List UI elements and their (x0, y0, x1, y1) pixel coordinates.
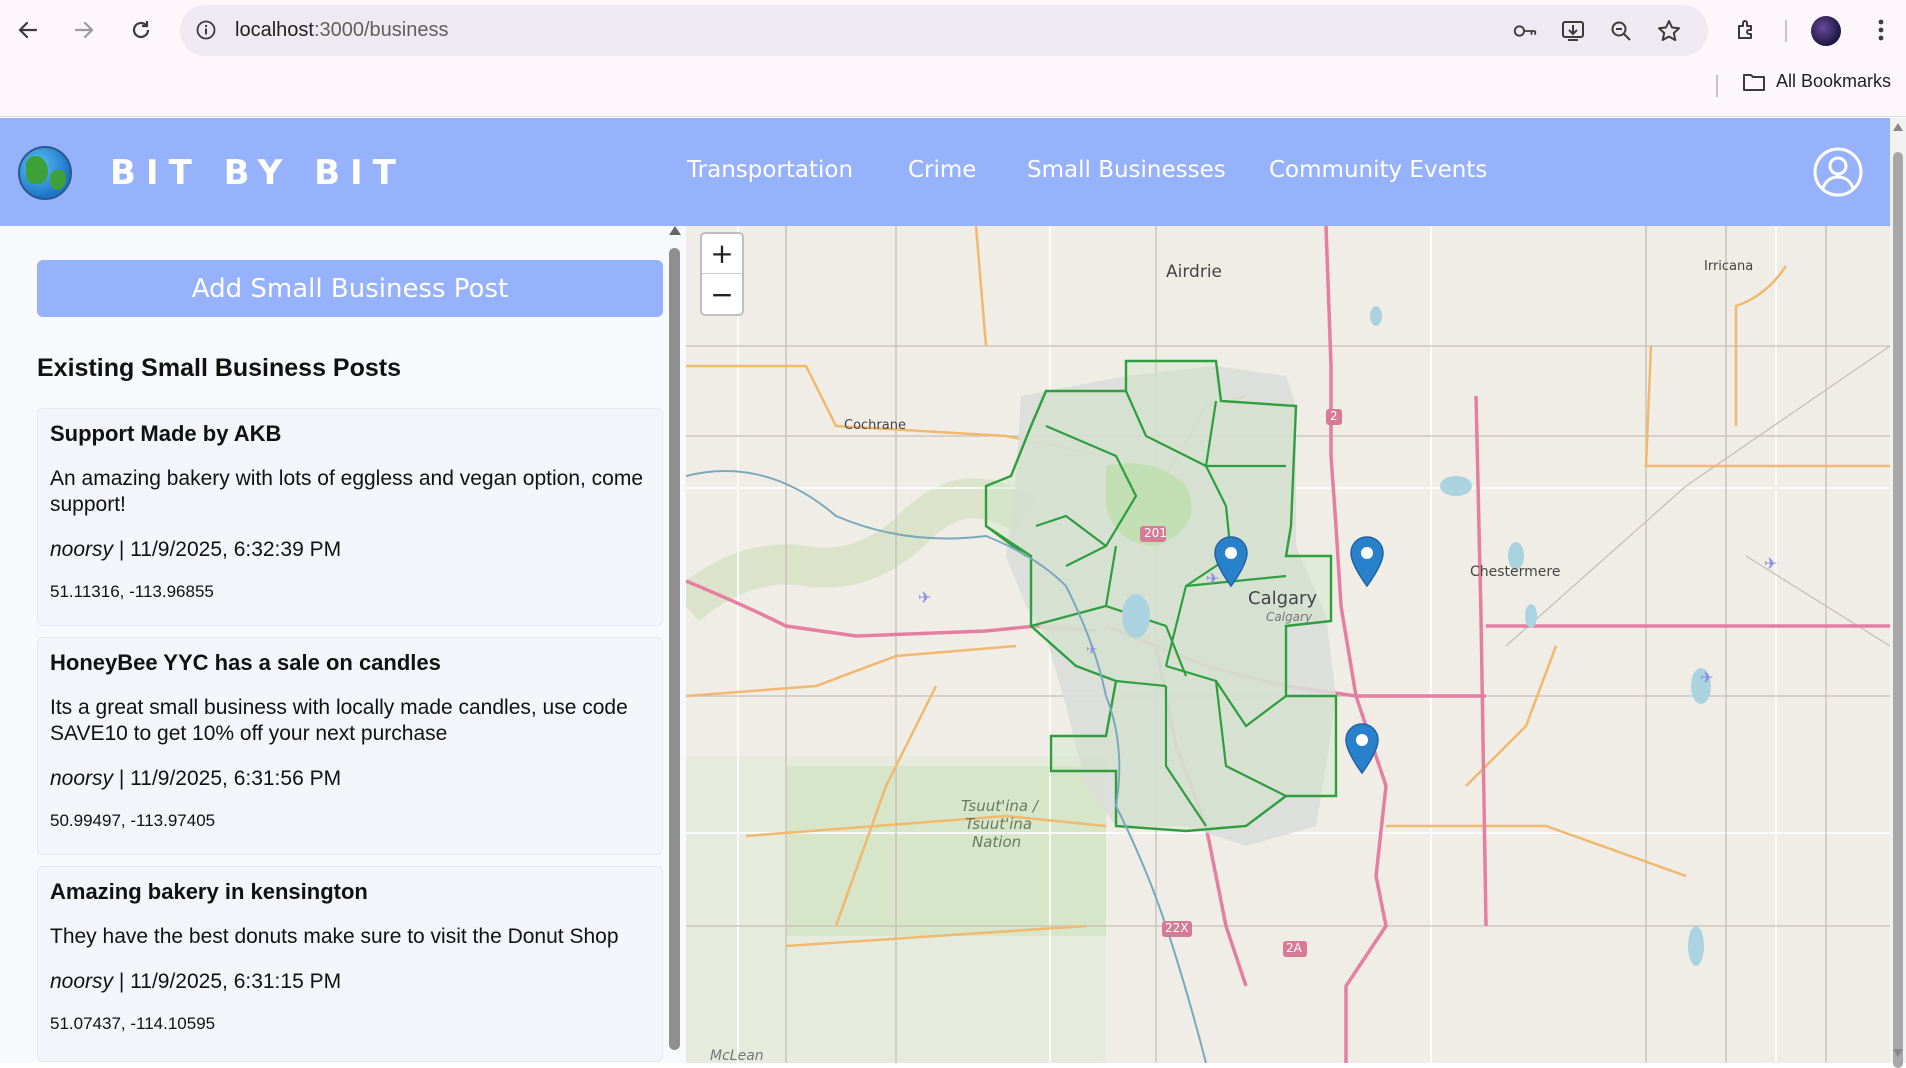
svg-text:✈: ✈ (1700, 668, 1713, 687)
zoom-out-button[interactable]: − (702, 274, 742, 314)
zoom-icon[interactable] (1608, 18, 1634, 44)
bookmarks-label: All Bookmarks (1776, 71, 1892, 91)
nav-transportation[interactable]: Transportation (687, 157, 853, 183)
post-coords: 51.11316, -113.96855 (50, 582, 214, 601)
sidebar-scroll-thumb[interactable] (669, 248, 680, 1050)
post-body: An amazing bakery with lots of eggless a… (50, 467, 644, 516)
map-label-tsuutina: Tsuut'ina / (961, 797, 1038, 815)
site-info-icon[interactable] (194, 18, 218, 42)
svg-text:✈: ✈ (1764, 554, 1777, 573)
user-account-icon[interactable] (1812, 146, 1864, 198)
post-author: noorsy (50, 767, 114, 790)
extensions-icon[interactable] (1729, 12, 1765, 48)
all-bookmarks-button[interactable]: All Bookmarks (1742, 71, 1891, 92)
forward-button[interactable] (64, 10, 104, 50)
highway-201-label: 201 (1144, 526, 1167, 540)
post-meta: noorsy | 11/9/2025, 6:32:39 PM (50, 538, 650, 562)
install-app-icon[interactable] (1560, 18, 1586, 44)
map-label-airdrie: Airdrie (1166, 262, 1223, 282)
map-label-nation: Nation (972, 833, 1022, 851)
add-small-business-post-button[interactable]: Add Small Business Post (37, 260, 663, 317)
page-scroll-up-icon[interactable] (1893, 123, 1903, 131)
post-title: HoneyBee YYC has a sale on candles (50, 650, 441, 675)
back-arrow-icon (18, 21, 38, 39)
post-card: Support Made by AKB An amazing bakery wi… (37, 408, 663, 626)
globe-logo-icon[interactable] (18, 146, 72, 200)
post-card: Amazing bakery in kensington They have t… (37, 866, 663, 1062)
map-zoom-control: + − (700, 232, 744, 316)
page-scroll-down-icon[interactable] (1893, 1049, 1903, 1057)
post-body: Its a great small business with locally … (50, 696, 628, 745)
map-label-calgary-small: Calgary (1266, 610, 1313, 624)
post-title: Support Made by AKB (50, 421, 282, 446)
post-meta: noorsy | 11/9/2025, 6:31:15 PM (50, 970, 650, 994)
map-label-irricana: Irricana (1704, 259, 1754, 274)
existing-posts-heading: Existing Small Business Posts (37, 354, 402, 382)
post-timestamp: | 11/9/2025, 6:31:15 PM (113, 970, 342, 993)
post-title: Amazing bakery in kensington (50, 879, 368, 904)
reload-icon (132, 21, 150, 39)
post-coords: 50.99497, -113.97405 (50, 811, 216, 830)
post-author: noorsy (50, 538, 114, 561)
toolbar-divider (1785, 20, 1787, 42)
map-label-tsuutina-2: Tsuut'ina (965, 815, 1033, 833)
page-scroll-thumb[interactable] (1893, 152, 1903, 1068)
bookmark-star-icon[interactable] (1656, 18, 1682, 44)
profile-avatar[interactable] (1811, 16, 1841, 46)
page-scrollbar[interactable] (1890, 118, 1906, 1068)
map-tiles[interactable]: ✈ ✈ ✈ ✈ ✈ (686, 226, 1890, 1063)
post-author: noorsy (50, 970, 114, 993)
map-label-mclean: McLean (710, 1048, 764, 1063)
sidebar-scrollbar[interactable] (666, 226, 684, 1063)
bookmarks-divider (1716, 75, 1718, 97)
post-meta: noorsy | 11/9/2025, 6:31:56 PM (50, 767, 650, 791)
map-label-calgary: Calgary (1248, 588, 1318, 609)
brand-title[interactable]: BIT BY BIT (110, 153, 406, 193)
url-text[interactable]: localhost:3000/business (235, 19, 448, 42)
map-marker-icon[interactable] (1345, 723, 1379, 775)
back-button[interactable] (8, 10, 48, 50)
nav-small-businesses[interactable]: Small Businesses (1027, 157, 1226, 183)
svg-text:✈: ✈ (1086, 642, 1098, 658)
highway-22x-label: 22X (1165, 921, 1189, 935)
zoom-in-button[interactable]: + (702, 234, 742, 274)
map-label-chestermere: Chestermere (1470, 564, 1561, 580)
map-marker-icon[interactable] (1350, 536, 1384, 588)
map-marker-icon[interactable] (1214, 536, 1248, 588)
svg-text:✈: ✈ (918, 588, 931, 607)
scroll-up-arrow-icon[interactable] (669, 226, 681, 235)
nav-community-events[interactable]: Community Events (1269, 157, 1487, 183)
browser-toolbar: localhost:3000/business All Bookmarks (0, 0, 1906, 117)
post-card: HoneyBee YYC has a sale on candles Its a… (37, 637, 663, 855)
menu-kebab-icon[interactable] (1863, 12, 1899, 48)
key-icon[interactable] (1512, 18, 1538, 44)
nav-crime[interactable]: Crime (908, 157, 976, 183)
highway-2a-label: 2A (1286, 941, 1302, 955)
post-coords: 51.07437, -114.10595 (50, 1014, 216, 1033)
forward-arrow-icon (74, 21, 94, 39)
map-view[interactable]: ✈ ✈ ✈ ✈ ✈ Airdrie Cochrane Calgary Calga… (686, 226, 1890, 1063)
reload-button[interactable] (121, 10, 161, 50)
folder-icon (1743, 73, 1765, 91)
business-sidebar: Add Small Business Post Existing Small B… (0, 226, 686, 1063)
post-timestamp: | 11/9/2025, 6:31:56 PM (113, 767, 342, 790)
post-body: They have the best donuts make sure to v… (50, 925, 619, 948)
highway-2-label: 2 (1330, 409, 1338, 423)
map-label-cochrane: Cochrane (844, 418, 906, 433)
post-timestamp: | 11/9/2025, 6:32:39 PM (113, 538, 342, 561)
address-bar[interactable]: localhost:3000/business (180, 5, 1708, 56)
